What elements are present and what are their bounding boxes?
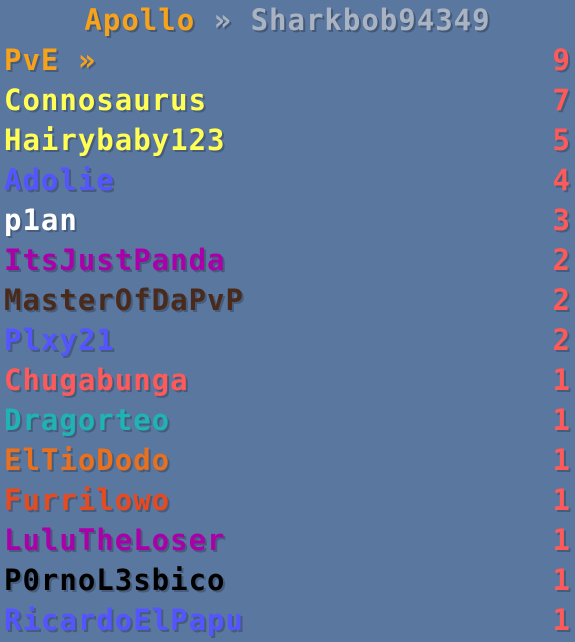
scoreboard-row: Hairybaby123 5 <box>0 120 575 160</box>
scoreboard-row: ElTioDodo 1 <box>0 440 575 480</box>
entry-name: Furrilowo <box>4 483 171 517</box>
scoreboard-row: P0rnoL3sbico 1 <box>0 560 575 600</box>
entry-name: Hairybaby123 <box>4 123 226 157</box>
scoreboard-title: Apollo » Sharkbob94349 <box>0 0 575 40</box>
entry-score: 1 <box>552 603 571 637</box>
entry-score: 5 <box>552 123 571 157</box>
entry-score: 1 <box>552 563 571 597</box>
entry-name: Connosaurus <box>4 83 208 117</box>
entry-score: 2 <box>552 243 571 277</box>
scoreboard-row: p1an 3 <box>0 200 575 240</box>
entry-name: RicardoElPapu <box>4 603 244 637</box>
scoreboard-row: Dragorteo 1 <box>0 400 575 440</box>
scoreboard: Apollo » Sharkbob94349 PvE » 9 Connosaur… <box>0 0 575 642</box>
entry-score: 2 <box>552 283 571 317</box>
scoreboard-row: RicardoElPapu 1 <box>0 600 575 640</box>
scoreboard-row: LuluTheLoser 1 <box>0 520 575 560</box>
entry-name: PvE » <box>4 43 97 77</box>
entry-score: 9 <box>552 43 571 77</box>
scoreboard-row: PvE » 9 <box>0 40 575 80</box>
entry-score: 2 <box>552 323 571 357</box>
entry-name: p1an <box>4 203 78 237</box>
title-separator: » <box>213 3 233 37</box>
scoreboard-row: Furrilowo 1 <box>0 480 575 520</box>
entry-score: 1 <box>552 363 571 397</box>
entry-name: Dragorteo <box>4 403 171 437</box>
scoreboard-row: Chugabunga 1 <box>0 360 575 400</box>
entry-name: ItsJustPanda <box>4 243 226 277</box>
entry-score: 1 <box>552 483 571 517</box>
entry-score: 1 <box>552 403 571 437</box>
server-name: Apollo <box>84 3 196 37</box>
entry-name: MasterOfDaPvP <box>4 283 244 317</box>
entry-name: ElTioDodo <box>4 443 171 477</box>
entry-name: LuluTheLoser <box>4 523 226 557</box>
entry-score: 7 <box>552 83 571 117</box>
scoreboard-row: Adolie 4 <box>0 160 575 200</box>
entry-score: 3 <box>552 203 571 237</box>
player-name: Sharkbob94349 <box>250 3 491 37</box>
scoreboard-row: MasterOfDaPvP 2 <box>0 280 575 320</box>
entry-name: Adolie <box>4 163 115 197</box>
entry-score: 1 <box>552 523 571 557</box>
entry-score: 4 <box>552 163 571 197</box>
scoreboard-row: Connosaurus 7 <box>0 80 575 120</box>
entry-name: Plxy21 <box>4 323 115 357</box>
entry-score: 1 <box>552 443 571 477</box>
scoreboard-row: Plxy21 2 <box>0 320 575 360</box>
entry-name: Chugabunga <box>4 363 189 397</box>
entry-name: P0rnoL3sbico <box>4 563 226 597</box>
scoreboard-row: ItsJustPanda 2 <box>0 240 575 280</box>
